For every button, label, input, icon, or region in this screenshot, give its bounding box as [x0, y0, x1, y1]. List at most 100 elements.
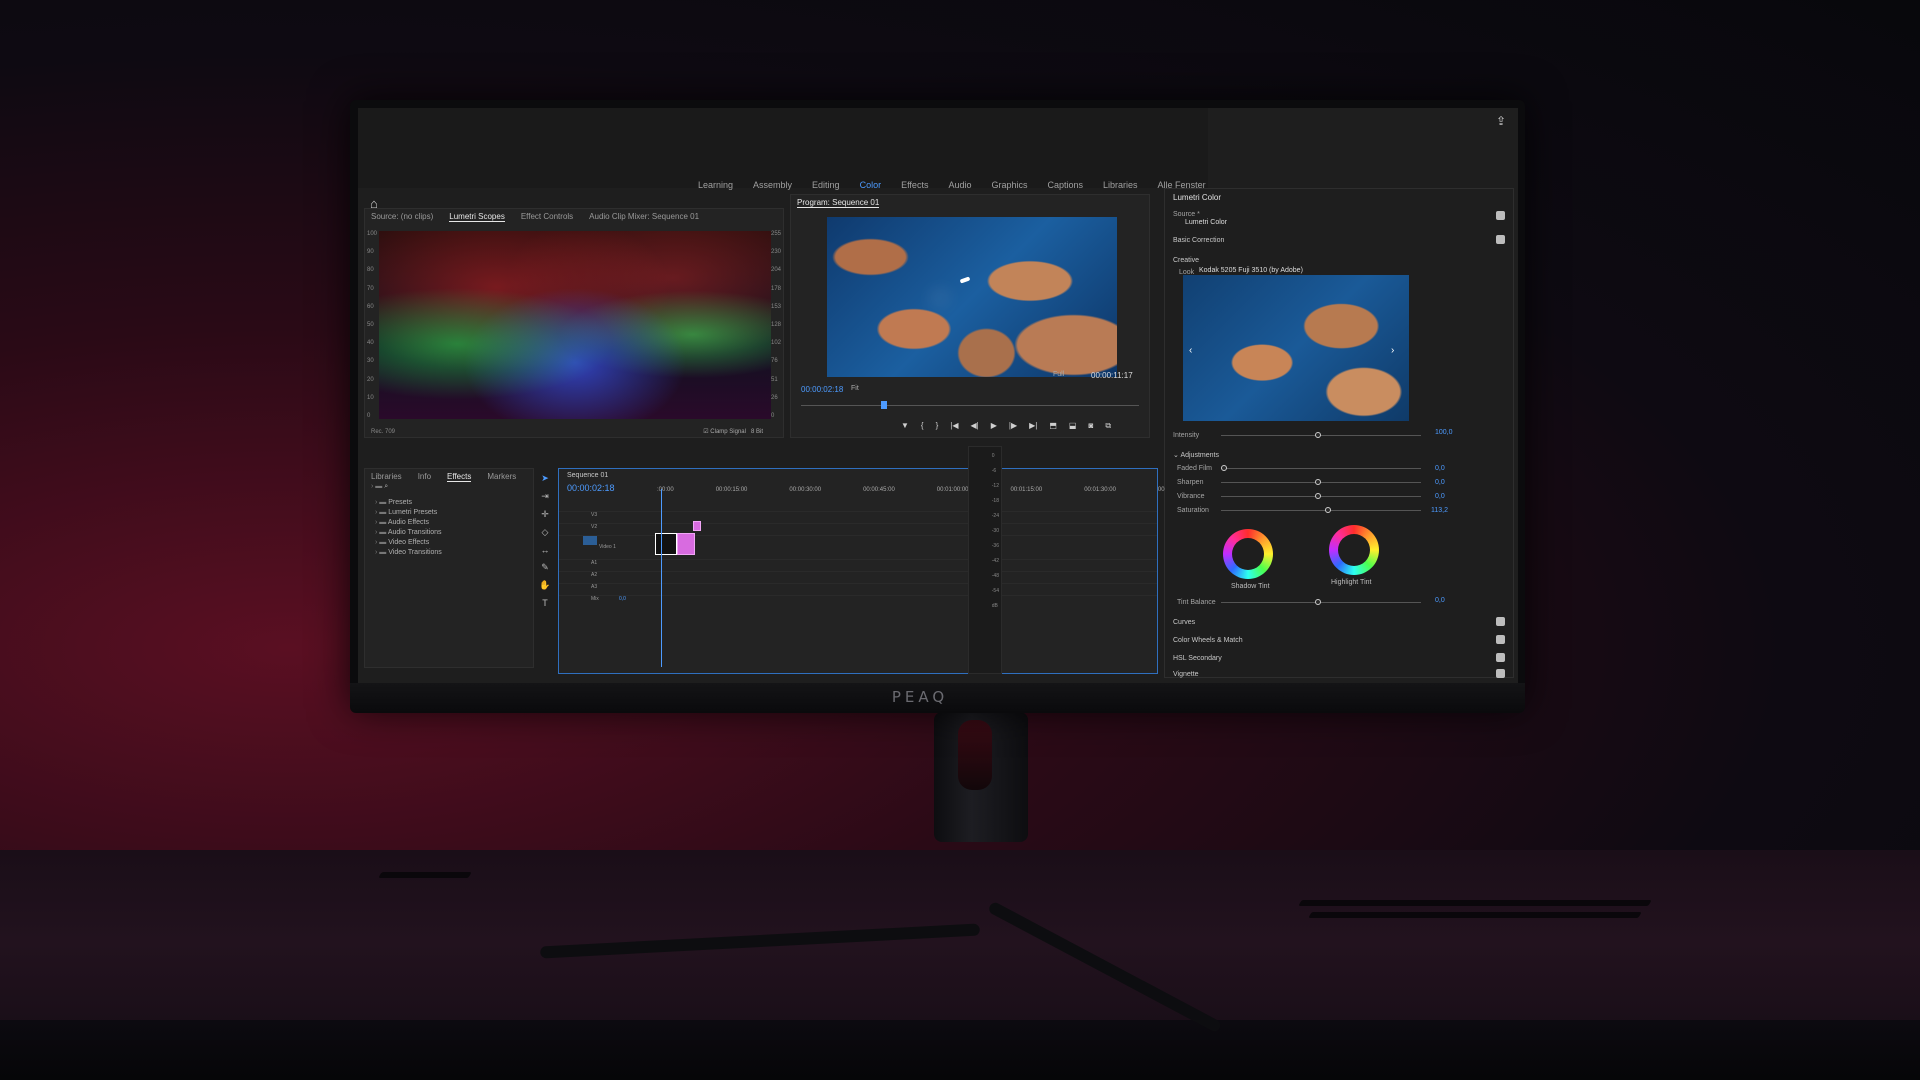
- selection-tool-icon[interactable]: ➤: [541, 473, 549, 484]
- tab-editing[interactable]: Editing: [812, 180, 840, 190]
- curves-checkbox[interactable]: [1496, 617, 1505, 626]
- sharpen-value[interactable]: 0,0: [1435, 479, 1445, 486]
- sharpen-slider[interactable]: [1221, 482, 1421, 483]
- intensity-value[interactable]: 100,0: [1435, 429, 1453, 436]
- track-v1[interactable]: Video 1: [559, 535, 1157, 555]
- tab-audio[interactable]: Audio: [948, 180, 971, 190]
- shadow-tint-wheel[interactable]: [1223, 529, 1273, 579]
- step-back-icon[interactable]: ◀|: [971, 421, 979, 431]
- intensity-knob[interactable]: [1315, 432, 1321, 438]
- export-icon[interactable]: ⇪: [1496, 114, 1506, 128]
- tab-assembly[interactable]: Assembly: [753, 180, 792, 190]
- tab-info[interactable]: Info: [418, 472, 431, 482]
- intensity-slider[interactable]: [1221, 435, 1421, 436]
- slip-tool-icon[interactable]: ↔: [541, 545, 550, 555]
- lift-icon[interactable]: ⬒: [1049, 421, 1057, 431]
- vibrance-slider[interactable]: [1221, 496, 1421, 497]
- tab-captions[interactable]: Captions: [1048, 180, 1084, 190]
- ripple-edit-tool-icon[interactable]: ✛: [541, 509, 549, 520]
- lumetri-title[interactable]: Lumetri Color: [1173, 193, 1221, 202]
- hsl-secondary-section[interactable]: HSL Secondary: [1173, 655, 1222, 662]
- tab-learning[interactable]: Learning: [698, 180, 733, 190]
- saturation-value[interactable]: 113,2: [1431, 507, 1448, 514]
- razor-tool-icon[interactable]: ◇: [542, 527, 549, 538]
- track-mix[interactable]: Mix 0,0: [559, 595, 1157, 605]
- program-title[interactable]: Program: Sequence 01: [797, 198, 880, 208]
- creative-section[interactable]: Creative: [1173, 257, 1199, 264]
- highlight-tint-wheel[interactable]: [1329, 525, 1379, 575]
- tab-source[interactable]: Source: (no clips): [371, 212, 433, 222]
- track-select-tool-icon[interactable]: ⇥: [541, 491, 549, 502]
- effects-folder-audio-effects[interactable]: Audio Effects: [375, 519, 429, 526]
- compare-icon[interactable]: ⧉: [1105, 421, 1111, 431]
- out-point-icon[interactable]: }: [936, 421, 939, 431]
- tab-effects[interactable]: Effects: [901, 180, 928, 190]
- saturation-slider[interactable]: [1221, 510, 1421, 511]
- tab-markers[interactable]: Markers: [487, 472, 516, 482]
- type-tool-icon[interactable]: T: [542, 598, 548, 608]
- faded-film-value[interactable]: 0,0: [1435, 465, 1445, 472]
- v1-target[interactable]: [583, 536, 597, 545]
- pen-tool-icon[interactable]: ✎: [541, 562, 549, 573]
- adjustments-section[interactable]: ⌄ Adjustments: [1173, 451, 1219, 459]
- saturation-knob[interactable]: [1325, 507, 1331, 513]
- color-wheels-section[interactable]: Color Wheels & Match: [1173, 637, 1243, 644]
- tab-effect-controls[interactable]: Effect Controls: [521, 212, 573, 222]
- go-to-out-icon[interactable]: ▶|: [1029, 421, 1037, 431]
- program-scrub-bar[interactable]: [801, 405, 1139, 406]
- marker-icon[interactable]: ▼: [901, 421, 909, 431]
- extract-icon[interactable]: ⬓: [1069, 421, 1077, 431]
- effects-folder-lumetri-presets[interactable]: Lumetri Presets: [375, 509, 437, 516]
- sequence-tab[interactable]: Sequence 01: [567, 472, 608, 479]
- faded-film-slider[interactable]: [1221, 468, 1421, 469]
- look-preview[interactable]: [1183, 275, 1409, 421]
- tab-libraries-panel[interactable]: Libraries: [371, 472, 402, 482]
- fit-dropdown[interactable]: Fit: [851, 385, 859, 392]
- go-to-in-icon[interactable]: |◀: [950, 421, 958, 431]
- vibrance-knob[interactable]: [1315, 493, 1321, 499]
- step-forward-icon[interactable]: |▶: [1009, 421, 1017, 431]
- tint-balance-slider[interactable]: [1221, 602, 1421, 603]
- hand-tool-icon[interactable]: ✋: [539, 580, 550, 591]
- vignette-section[interactable]: Vignette: [1173, 671, 1199, 678]
- tab-lumetri-scopes[interactable]: Lumetri Scopes: [449, 212, 505, 222]
- source-checkbox[interactable]: [1496, 211, 1505, 220]
- tab-color[interactable]: Color: [860, 180, 882, 190]
- resolution-dropdown[interactable]: Full: [1053, 371, 1064, 378]
- track-a1[interactable]: A1: [559, 559, 1157, 569]
- tint-balance-knob[interactable]: [1315, 599, 1321, 605]
- timeline-timecode[interactable]: 00:00:02:18: [567, 483, 615, 493]
- vignette-checkbox[interactable]: [1496, 669, 1505, 678]
- vibrance-value[interactable]: 0,0: [1435, 493, 1445, 500]
- effects-folder-video-transitions[interactable]: Video Transitions: [375, 549, 442, 556]
- video-clip[interactable]: [677, 533, 695, 555]
- video-clip-thumbnail[interactable]: [655, 533, 677, 555]
- clamp-signal-checkbox[interactable]: ☑ Clamp Signal 8 Bit: [703, 428, 763, 435]
- effects-folder-video-effects[interactable]: Video Effects: [375, 539, 429, 546]
- program-playhead[interactable]: [881, 401, 887, 409]
- program-timecode[interactable]: 00:00:02:18: [801, 385, 843, 394]
- track-v3[interactable]: V3: [559, 511, 1157, 521]
- look-dropdown[interactable]: Kodak 5205 Fuji 3510 (by Adobe): [1199, 267, 1303, 274]
- track-v2[interactable]: V2: [559, 523, 1157, 533]
- camera-icon[interactable]: ◙: [1088, 421, 1093, 431]
- in-point-icon[interactable]: {: [921, 421, 924, 431]
- basic-correction-section[interactable]: Basic Correction: [1173, 237, 1224, 244]
- curves-section[interactable]: Curves: [1173, 619, 1195, 626]
- play-icon[interactable]: ▶: [991, 421, 997, 431]
- track-a2[interactable]: A2: [559, 571, 1157, 581]
- tab-effects-panel[interactable]: Effects: [447, 472, 472, 482]
- tab-graphics[interactable]: Graphics: [991, 180, 1027, 190]
- chevron-right-icon[interactable]: ›: [1391, 345, 1394, 356]
- timeline-ruler[interactable]: :00:00 00:00:15:00 00:00:30:00 00:00:45:00 0…: [657, 487, 1165, 493]
- timeline-playhead[interactable]: [661, 489, 662, 667]
- hsl-secondary-checkbox[interactable]: [1496, 653, 1505, 662]
- tint-balance-value[interactable]: 0,0: [1435, 597, 1445, 604]
- color-wheels-checkbox[interactable]: [1496, 635, 1505, 644]
- adjustment-clip[interactable]: [693, 521, 701, 531]
- tab-libraries[interactable]: Libraries: [1103, 180, 1138, 190]
- source-dropdown[interactable]: Lumetri Color: [1185, 219, 1227, 226]
- sharpen-knob[interactable]: [1315, 479, 1321, 485]
- effects-folder-presets[interactable]: Presets: [375, 499, 412, 506]
- faded-film-knob[interactable]: [1221, 465, 1227, 471]
